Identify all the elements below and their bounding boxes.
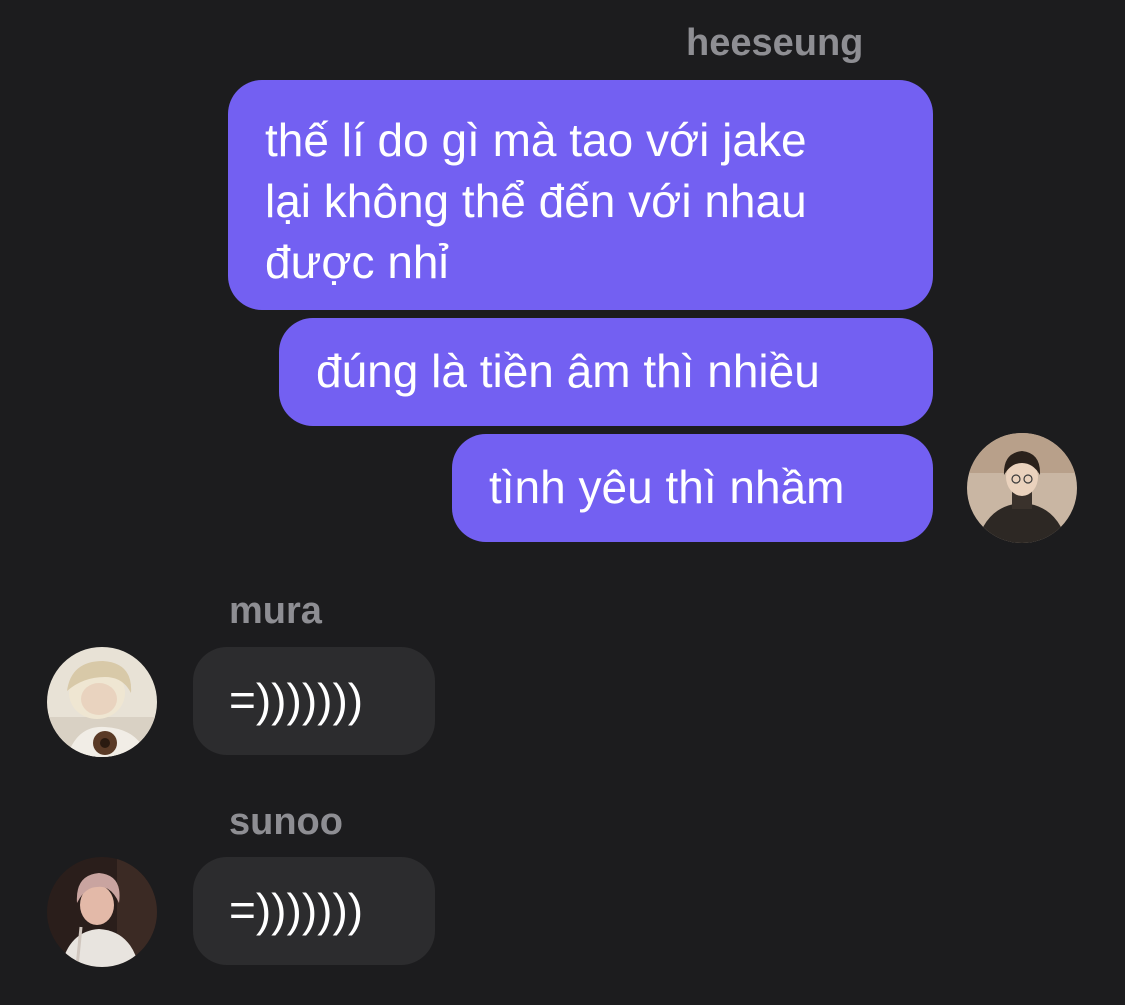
avatar-heeseung[interactable] (967, 433, 1077, 543)
avatar-mura[interactable] (47, 647, 157, 757)
message-text-line: được nhỉ (265, 236, 449, 288)
profile-photo-icon (47, 857, 157, 967)
message-bubble-incoming-sunoo[interactable]: =))))))) (193, 857, 435, 965)
message-text-line: tình yêu thì nhầm (489, 461, 845, 513)
message-text-line: đúng là tiền âm thì nhiều (316, 345, 820, 397)
message-bubble-outgoing-3[interactable]: tình yêu thì nhầm (452, 434, 933, 542)
sender-name-sunoo: sunoo (229, 801, 343, 843)
sender-name-heeseung: heeseung (686, 22, 864, 64)
message-bubble-outgoing-1[interactable]: thế lí do gì mà tao với jake lại không t… (228, 80, 933, 310)
message-text-line: thế lí do gì mà tao với jake (265, 114, 807, 166)
message-text-line: lại không thể đến với nhau (265, 175, 807, 227)
avatar-sunoo[interactable] (47, 857, 157, 967)
message-text-line: =))))))) (229, 674, 364, 726)
profile-photo-icon (967, 433, 1077, 543)
message-text-line: =))))))) (229, 884, 364, 936)
message-bubble-outgoing-2[interactable]: đúng là tiền âm thì nhiều (279, 318, 933, 426)
sender-name-mura: mura (229, 590, 322, 632)
profile-photo-icon (47, 647, 157, 757)
message-bubble-incoming-mura[interactable]: =))))))) (193, 647, 435, 755)
